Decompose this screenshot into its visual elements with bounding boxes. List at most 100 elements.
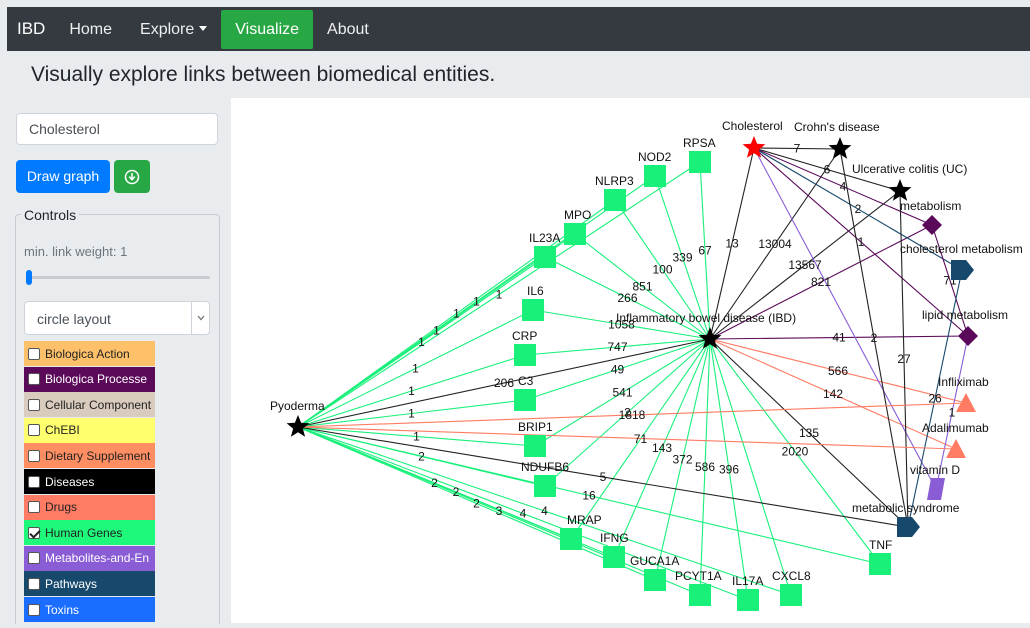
category-filter-item[interactable]: Dietary Supplement: [24, 443, 155, 469]
graph-node-crohn[interactable]: [828, 137, 852, 159]
download-button[interactable]: [114, 160, 150, 193]
category-checkbox[interactable]: [28, 475, 40, 488]
graph-node-rpsa[interactable]: [689, 151, 711, 173]
edge-weight-label: 135: [799, 426, 819, 440]
graph-node-label: metabolism: [900, 199, 961, 213]
edge-weight-label: 5: [600, 470, 607, 484]
graph-node-lipid[interactable]: [958, 326, 978, 346]
network-graph[interactable]: 67339100851266105874749541271143372586 39…: [231, 98, 1030, 623]
graph-node-brip1[interactable]: [524, 435, 546, 457]
category-checkbox[interactable]: [28, 501, 40, 514]
edge-weight-label: 143: [652, 441, 672, 455]
graph-node-guca1a[interactable]: [644, 569, 666, 591]
slider-thumb[interactable]: [26, 270, 32, 285]
edge-weight-label: 1: [433, 324, 440, 338]
category-filter-item[interactable]: Biologica Action: [24, 341, 155, 366]
edge-weight-label: 339: [672, 251, 692, 265]
category-filter-item[interactable]: Pathways: [24, 571, 155, 597]
category-label: Diseases: [45, 474, 95, 489]
edge-weight-label: 142: [823, 387, 843, 401]
category-filter-item[interactable]: ChEBI: [24, 417, 155, 443]
category-checkbox[interactable]: [28, 603, 40, 616]
edge-weight-label: 4: [541, 504, 548, 518]
graph-node-pyoderma[interactable]: [286, 415, 310, 437]
graph-node-crp[interactable]: [514, 344, 536, 366]
edge-weight-label: 586: [695, 460, 715, 474]
graph-node-cxcl8[interactable]: [780, 584, 802, 606]
graph-node-label: MPO: [564, 208, 591, 222]
nav-visualize[interactable]: Visualize: [221, 9, 314, 49]
category-filter-item[interactable]: Toxins: [24, 597, 155, 622]
graph-node-label: BRIP1: [518, 420, 553, 434]
graph-node-pcyt1a[interactable]: [689, 584, 711, 606]
layout-select[interactable]: circle layout: [24, 301, 210, 335]
edge-weight-label: 2: [871, 331, 878, 345]
edge-weight-label: 4: [520, 507, 527, 521]
nav-brand[interactable]: IBD: [7, 19, 55, 39]
edge-weight-label: 1: [453, 307, 460, 321]
edge-weight-label: 41: [832, 331, 846, 345]
edge-weight-label: 1818: [619, 408, 646, 422]
category-filter-item[interactable]: Drugs: [24, 494, 155, 520]
graph-node-vitd[interactable]: [927, 478, 945, 500]
category-checkbox[interactable]: [28, 424, 40, 437]
category-filter-item[interactable]: Metabolites-and-En: [24, 545, 155, 571]
category-checkbox[interactable]: [28, 347, 40, 360]
graph-node-label: NDUFB6: [521, 460, 569, 474]
graph-node-mpo[interactable]: [564, 223, 586, 245]
category-checkbox[interactable]: [28, 552, 40, 565]
graph-node-cholmet[interactable]: [951, 260, 974, 280]
graph-node-label: vitamin D: [910, 463, 960, 477]
graph-node-ifng[interactable]: [603, 546, 625, 568]
min-link-weight-slider[interactable]: [26, 276, 210, 279]
edge-weight-label: 1: [412, 362, 419, 376]
graph-node-il23a[interactable]: [534, 246, 556, 268]
search-input[interactable]: [16, 113, 218, 145]
graph-node-metsyn[interactable]: [897, 517, 920, 537]
graph-node-mrap[interactable]: [560, 528, 582, 550]
category-filter-item[interactable]: Diseases: [24, 469, 155, 494]
graph-node-tnf[interactable]: [869, 553, 891, 575]
edge-weight-label: 1: [413, 430, 420, 444]
category-checkbox[interactable]: [28, 373, 40, 386]
category-filter-item[interactable]: Biologica Processe: [24, 366, 155, 392]
category-checkbox[interactable]: [28, 398, 40, 411]
graph-node-c3[interactable]: [514, 389, 536, 411]
category-label: Human Genes: [45, 525, 123, 540]
category-filter-item[interactable]: Human Genes: [24, 520, 155, 546]
category-label: Cellular Component: [45, 397, 152, 412]
edge-weight-label: 2: [473, 497, 480, 511]
graph-node-il6[interactable]: [522, 299, 544, 321]
edge-weight-label: 2: [453, 485, 460, 499]
graph-node-metabolism[interactable]: [922, 215, 942, 235]
edge-weight-label: 49: [611, 363, 625, 377]
nav-about[interactable]: About: [313, 10, 383, 49]
category-checkbox[interactable]: [28, 577, 40, 590]
category-filter-item[interactable]: Cellular Component: [24, 392, 155, 418]
edge-weight-label: 13004: [758, 237, 792, 251]
edge-weight-label: 13: [725, 237, 739, 251]
category-label: Pathways: [45, 576, 98, 591]
graph-node-label: Pyoderma: [270, 399, 325, 413]
graph-node-il17a[interactable]: [737, 589, 759, 611]
nav-explore[interactable]: Explore: [126, 10, 221, 49]
edge-weight-label: 71: [634, 432, 648, 446]
graph-node-infliximab[interactable]: [956, 393, 976, 412]
edge-weight-label: 396: [719, 463, 739, 477]
category-checkbox[interactable]: [28, 526, 40, 539]
edge-weight-label: 1: [858, 235, 865, 249]
graph-node-nlrp3[interactable]: [604, 189, 626, 211]
graph-node-nod2[interactable]: [644, 165, 666, 187]
layout-select-value: circle layout: [37, 311, 111, 327]
navbar: IBD Home Explore Visualize About: [7, 7, 1030, 51]
category-checkbox[interactable]: [28, 449, 40, 462]
graph-canvas[interactable]: 67 339 100 851 266 1058 747 49 541 2 71 143 372 586 39…: [231, 98, 1030, 623]
download-icon: [124, 169, 140, 184]
edge-weight-label: 1: [418, 335, 425, 349]
nav-home[interactable]: Home: [55, 10, 126, 49]
edge-weight-label: 266: [617, 291, 637, 305]
draw-graph-button[interactable]: Draw graph: [16, 160, 110, 193]
edge-weight-label: 16: [582, 489, 596, 503]
graph-node-ndufb6[interactable]: [534, 475, 556, 497]
edge-weight-label: 2: [855, 202, 862, 216]
